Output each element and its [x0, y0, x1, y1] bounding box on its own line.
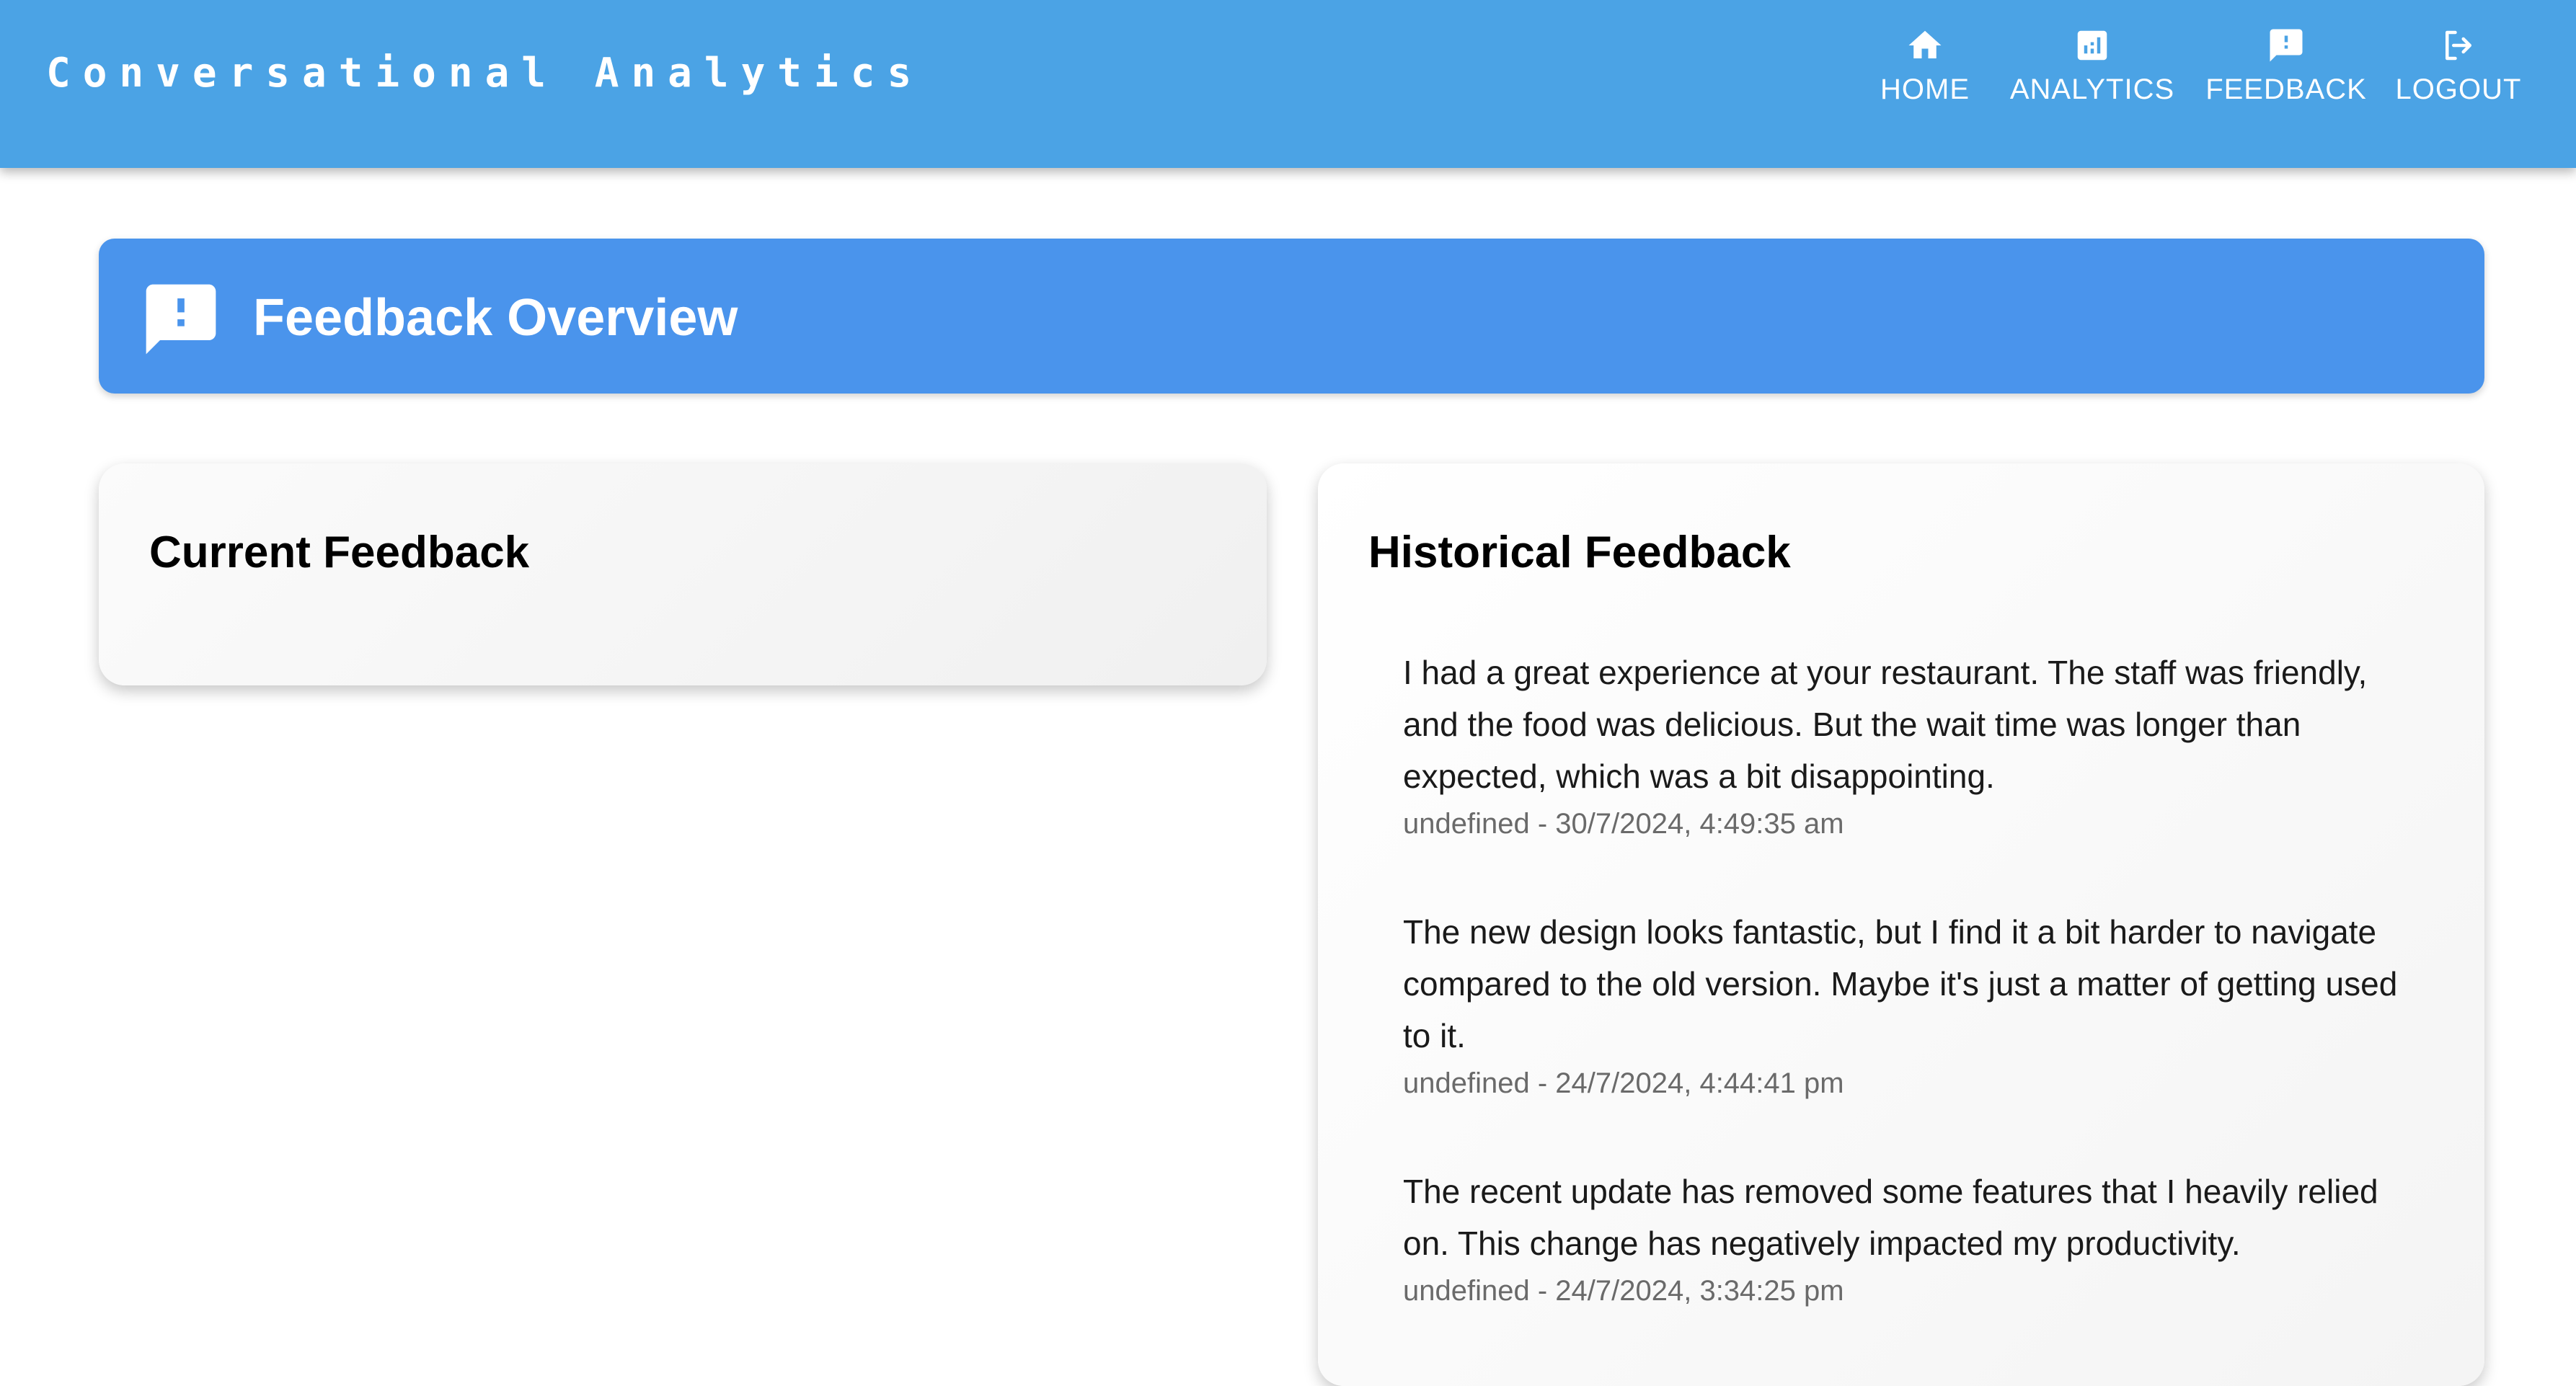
feedback-text: The recent update has removed some featu…	[1403, 1173, 2378, 1262]
nav-home-button[interactable]: HOME	[1875, 26, 1975, 120]
app-bar: Conversational Analytics HOME ANALYTICS …	[0, 0, 2576, 168]
current-feedback-title: Current Feedback	[149, 528, 530, 577]
page-title: Feedback Overview	[253, 289, 738, 347]
feedback-overview-header: Feedback Overview	[99, 239, 2484, 394]
feedback-icon	[146, 284, 216, 355]
feedback-meta: undefined - 24/7/2024, 3:34:25 pm	[1403, 1275, 1844, 1307]
feedback-text: The new design looks fantastic, but I fi…	[1403, 913, 2398, 1054]
feedback-icon	[2270, 29, 2303, 62]
nav-feedback-label: FEEDBACK	[2205, 74, 2367, 105]
feedback-meta: undefined - 30/7/2024, 4:49:35 am	[1403, 808, 1844, 840]
historical-feedback-card: Historical Feedback I had a great experi…	[1318, 463, 2484, 1386]
nav-logout-button[interactable]: LOGOUT	[2394, 26, 2523, 120]
nav-analytics-label: ANALYTICS	[2009, 74, 2175, 105]
nav-feedback-button[interactable]: FEEDBACK	[2205, 26, 2368, 120]
feedback-text: I had a great experience at your restaur…	[1403, 654, 2368, 795]
feedback-list-item: The recent update has removed some featu…	[1403, 1165, 2427, 1312]
feedback-list-item: The new design looks fantastic, but I fi…	[1403, 906, 2427, 1105]
nav-analytics-button[interactable]: ANALYTICS	[2006, 26, 2179, 120]
nav-logout-label: LOGOUT	[2395, 74, 2522, 105]
feedback-meta: undefined - 24/7/2024, 4:44:41 pm	[1403, 1067, 1844, 1099]
analytics-icon	[2077, 30, 2107, 61]
home-icon	[1908, 30, 1942, 58]
historical-feedback-title: Historical Feedback	[1368, 528, 1791, 577]
nav-home-label: HOME	[1880, 74, 1970, 105]
logout-icon	[2446, 30, 2471, 61]
feedback-list-item: I had a great experience at your restaur…	[1403, 647, 2427, 845]
current-feedback-card: Current Feedback	[99, 463, 1267, 685]
app-title: Conversational Analytics	[46, 50, 924, 97]
